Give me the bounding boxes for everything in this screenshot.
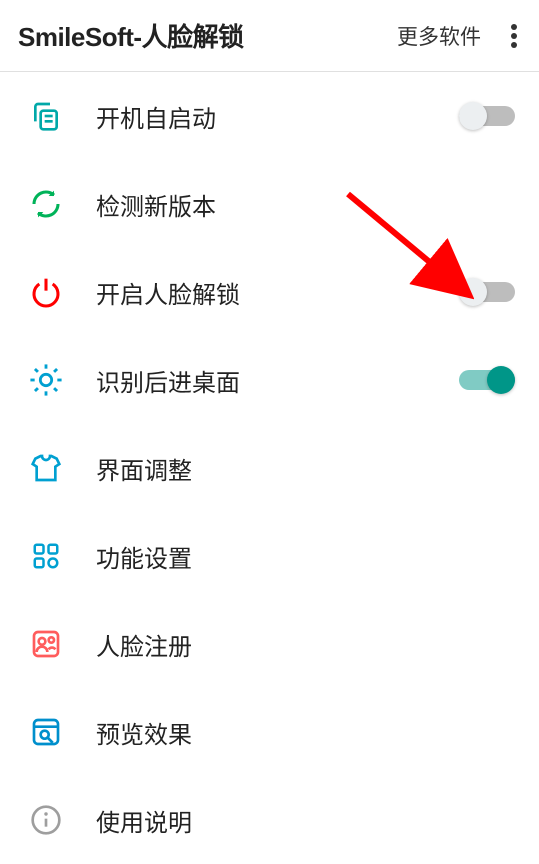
shirt-icon [28, 450, 64, 486]
info-icon [28, 802, 64, 838]
toggle-go-desktop[interactable] [459, 366, 515, 394]
overflow-menu-icon[interactable] [505, 20, 523, 52]
app-title: SmileSoft-人脸解锁 [18, 17, 244, 54]
row-check-update[interactable]: 检测新版本 [0, 160, 539, 248]
brightness-icon [28, 362, 64, 398]
row-label: 识别后进桌面 [96, 363, 459, 398]
row-label: 检测新版本 [96, 187, 515, 222]
more-software-link[interactable]: 更多软件 [397, 21, 481, 51]
row-face-reg[interactable]: 人脸注册 [0, 600, 539, 688]
row-go-desktop[interactable]: 识别后进桌面 [0, 336, 539, 424]
users-icon [28, 626, 64, 662]
row-label: 使用说明 [96, 803, 515, 838]
row-label: 人脸注册 [96, 627, 515, 662]
row-label: 开启人脸解锁 [96, 275, 459, 310]
row-label: 预览效果 [96, 715, 515, 750]
row-label: 界面调整 [96, 451, 515, 486]
row-label: 开机自启动 [96, 99, 459, 134]
row-autostart[interactable]: 开机自启动 [0, 72, 539, 160]
grid-icon [28, 538, 64, 574]
topbar-right: 更多软件 [397, 20, 523, 52]
topbar: SmileSoft-人脸解锁 更多软件 [0, 0, 539, 72]
copy-icon [28, 98, 64, 134]
row-enable-face[interactable]: 开启人脸解锁 [0, 248, 539, 336]
row-features[interactable]: 功能设置 [0, 512, 539, 600]
refresh-icon [28, 186, 64, 222]
row-preview[interactable]: 预览效果 [0, 688, 539, 776]
settings-list: 开机自启动检测新版本开启人脸解锁识别后进桌面界面调整功能设置人脸注册预览效果使用… [0, 72, 539, 864]
row-instructions[interactable]: 使用说明 [0, 776, 539, 864]
toggle-enable-face[interactable] [459, 278, 515, 306]
power-icon [28, 274, 64, 310]
preview-icon [28, 714, 64, 750]
row-ui-adjust[interactable]: 界面调整 [0, 424, 539, 512]
toggle-autostart[interactable] [459, 102, 515, 130]
row-label: 功能设置 [96, 539, 515, 574]
